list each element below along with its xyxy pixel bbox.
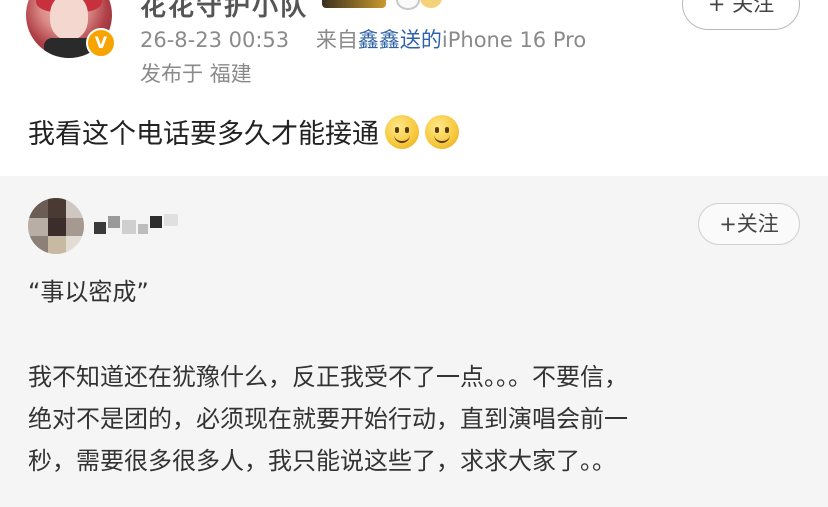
post-timestamp: 26-8-23 00:53 — [140, 28, 290, 52]
source-prefix: 来自 — [315, 28, 358, 52]
mosaic-tile — [28, 218, 48, 236]
weibo-post-screen: V 花花守护小队 26-8-23 00:53 来自鑫鑫送的iPhone 16 P… — [0, 0, 828, 507]
username[interactable]: 花花守护小队 — [140, 0, 308, 23]
verified-badge-icon: V — [86, 28, 116, 58]
mosaic-tile — [150, 216, 162, 228]
quoted-avatar-blurred[interactable] — [28, 198, 84, 254]
quoted-body: 我不知道还在犹豫什么，反正我受不了一点。。。不要信， 绝对不是团的，必须现在就要… — [28, 356, 808, 482]
source-device: iPhone 16 Pro — [441, 28, 587, 52]
smile-emoji-icon — [385, 115, 419, 149]
follow-button[interactable]: + 关注 — [682, 0, 800, 30]
quoted-title: “事以密成” — [28, 278, 149, 306]
mosaic-tile — [66, 218, 84, 236]
main-post: V 花花守护小队 26-8-23 00:53 来自鑫鑫送的iPhone 16 P… — [0, 0, 828, 176]
member-level-badge-icon — [322, 0, 386, 8]
quoted-body-line: 秒，需要很多很多人，我只能说这些了，求求大家了。。 — [28, 447, 616, 475]
quoted-follow-button[interactable]: +关注 — [698, 203, 800, 245]
post-location: 发布于 福建 — [140, 62, 252, 86]
quoted-username-blurred[interactable] — [94, 210, 184, 240]
post-meta: 26-8-23 00:53 来自鑫鑫送的iPhone 16 Pro — [140, 24, 586, 54]
post-text: 我看这个电话要多久才能接通 — [28, 119, 379, 150]
mosaic-tile — [164, 214, 178, 226]
quoted-post[interactable]: +关注 “事以密成” 我不知道还在犹豫什么，反正我受不了一点。。。不要信， 绝对… — [0, 176, 828, 507]
source-app-link[interactable]: 鑫鑫送的 — [358, 28, 442, 52]
mosaic-tile — [108, 216, 120, 228]
mosaic-tile — [48, 218, 66, 236]
fan-badge-icon — [396, 0, 420, 10]
avatar-face — [50, 0, 88, 40]
mosaic-tile — [138, 224, 148, 234]
mosaic-tile — [66, 198, 84, 218]
post-content: 我看这个电话要多久才能接通 — [28, 112, 459, 151]
quoted-body-line: 绝对不是团的，必须现在就要开始行动，直到演唱会前一 — [28, 405, 628, 433]
mosaic-tile — [122, 220, 136, 234]
mosaic-tile — [94, 222, 106, 234]
smile-emoji-icon — [425, 115, 459, 149]
mosaic-tile — [28, 198, 48, 218]
mosaic-tile — [66, 236, 84, 254]
mosaic-tile — [48, 236, 66, 254]
quoted-body-line: 我不知道还在犹豫什么，反正我受不了一点。。。不要信， — [28, 363, 628, 391]
medal-badge-icon — [420, 0, 442, 8]
mosaic-tile — [28, 236, 48, 254]
mosaic-tile — [48, 198, 66, 218]
